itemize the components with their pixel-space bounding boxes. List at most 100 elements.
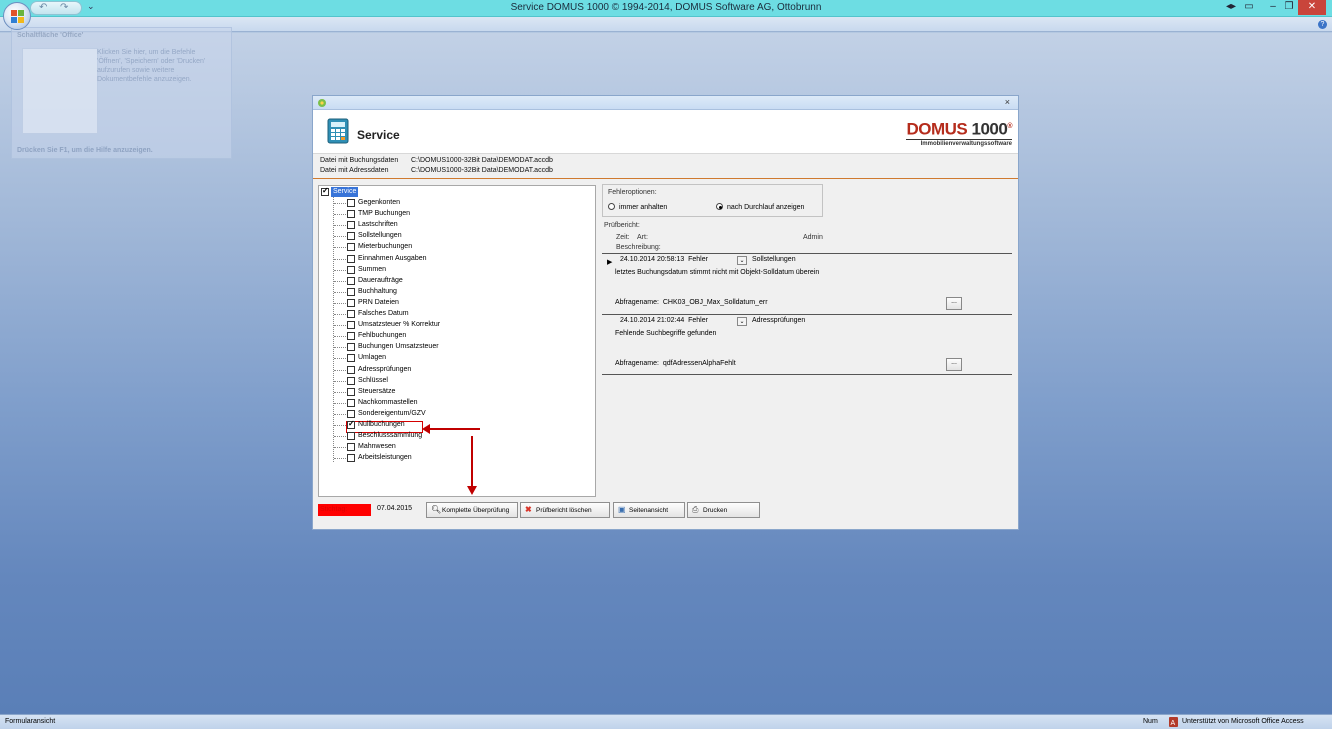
tree-item-checkbox[interactable] xyxy=(347,343,355,352)
tree-item-label: Umsatzsteuer % Korrektur xyxy=(358,321,441,329)
dialog-close-icon[interactable]: × xyxy=(1005,97,1010,107)
dialog-titlebar: × xyxy=(313,96,1018,110)
tree-item-checkbox[interactable] xyxy=(347,310,355,318)
report-record[interactable]: 24.10.2014 21:02:44 Fehler ⌄ Adressprüfu… xyxy=(602,314,1012,375)
tree-item-checkbox[interactable] xyxy=(347,398,355,407)
tree-item-checkbox[interactable] xyxy=(347,387,355,396)
open-query-button[interactable]: ... xyxy=(946,297,962,310)
tree-item-checkbox[interactable] xyxy=(347,221,355,230)
restore-icon[interactable]: ❐ xyxy=(1282,0,1296,15)
tree-item-label: Sondereigentum/GZV xyxy=(358,409,426,417)
tree-item-checkbox[interactable] xyxy=(347,376,355,385)
office-button-tooltip: Schaltfläche 'Office' Klicken Sie hier, … xyxy=(11,27,232,159)
status-bar: Formularansicht Num A Unterstützt von Mi… xyxy=(0,714,1332,729)
report-col-time: Zeit: xyxy=(616,234,630,241)
window-title: Service DOMUS 1000 © 1994-2014, DOMUS So… xyxy=(510,2,822,13)
status-numlock: Num xyxy=(1143,718,1158,725)
tree-item-checkbox[interactable] xyxy=(347,276,355,285)
access-logo-icon: A xyxy=(1169,717,1178,727)
calculator-icon xyxy=(327,118,349,144)
tree-connector-dash xyxy=(334,247,346,249)
window-mode-icon[interactable]: ▭ xyxy=(1242,0,1256,15)
tree-item-label: Buchhaltung xyxy=(358,287,397,295)
radio-show-after-run[interactable]: nach Durchlauf anzeigen xyxy=(716,203,804,211)
tree-item-label: Daueraufträge xyxy=(358,276,403,284)
brand-name: DOMUS xyxy=(906,119,968,139)
tree-item-checkbox[interactable] xyxy=(347,265,355,274)
tree-connector-dash xyxy=(334,369,346,371)
tree-root-label: Service xyxy=(331,187,359,197)
minimize-icon[interactable]: – xyxy=(1266,0,1280,15)
radio-always-stop-dot[interactable] xyxy=(608,203,615,210)
redo-icon[interactable]: ↷ xyxy=(60,2,68,13)
record-dropdown-icon[interactable]: ⌄ xyxy=(737,317,747,326)
delete-report-button[interactable]: ✖ Prüfbericht löschen xyxy=(520,502,610,518)
record-datetime: 24.10.2014 20:58:13 xyxy=(620,256,685,263)
error-options-legend: Fehleroptionen: xyxy=(608,189,657,196)
report-col-type: Art: xyxy=(637,234,648,241)
stichtag-date[interactable]: 07.04.2015 xyxy=(377,505,412,512)
report-label: Prüfbericht: xyxy=(604,222,640,229)
path-label-addresses: Datei mit Adressdaten xyxy=(320,167,389,174)
page-preview-label: Seitenansicht xyxy=(629,507,669,514)
report-record[interactable]: ▶ 24.10.2014 20:58:13 Fehler ⌄ Sollstell… xyxy=(602,253,1012,314)
tree-connector-dash xyxy=(334,436,346,438)
tree-connector-dash xyxy=(334,413,346,415)
radio-always-stop-label: immer anhalten xyxy=(619,204,668,211)
office-button[interactable] xyxy=(3,2,31,30)
tree-item-checkbox[interactable] xyxy=(347,354,355,363)
page-preview-button[interactable]: ▣ Seitenansicht xyxy=(613,502,685,518)
tree-connector-dash xyxy=(334,325,346,327)
tree-item-label: PRN Dateien xyxy=(358,298,399,306)
radio-always-stop[interactable]: immer anhalten xyxy=(608,203,667,211)
tree-item-label: Lastschriften xyxy=(358,221,398,229)
tree-item-checkbox[interactable] xyxy=(347,432,355,441)
tree-connector-dash xyxy=(334,225,346,227)
tree-item-checkbox[interactable] xyxy=(347,321,355,330)
annotation-arrow-down xyxy=(467,436,477,495)
tree-item-checkbox[interactable] xyxy=(347,365,355,374)
open-query-button[interactable]: ... xyxy=(946,358,962,371)
tree-connector-dash xyxy=(334,280,346,282)
tree-item-label: Falsches Datum xyxy=(358,310,409,317)
close-icon[interactable]: ✕ xyxy=(1298,0,1326,15)
tree-connector-dash xyxy=(334,458,346,460)
dialog-header: Service DOMUS 1000® Immobilienverwaltung… xyxy=(313,110,1018,154)
undo-icon[interactable]: ↶ xyxy=(39,2,47,13)
tree-connector-dash xyxy=(334,269,346,271)
tree-item-checkbox[interactable] xyxy=(347,443,355,452)
tree-item-checkbox[interactable] xyxy=(347,298,355,307)
record-message: letztes Buchungsdatum stimmt nicht mit O… xyxy=(615,269,820,276)
status-view-mode: Formularansicht xyxy=(5,718,56,725)
dialog-heading: Service xyxy=(357,128,400,142)
record-query-label: Abfragename: xyxy=(615,360,659,367)
tree-item-checkbox[interactable] xyxy=(347,254,355,263)
tree-item-checkbox[interactable] xyxy=(347,332,355,341)
tree-connector-dash xyxy=(334,314,346,315)
record-type: Fehler xyxy=(688,256,708,263)
complete-check-label: Komplette Überprüfung xyxy=(442,507,510,514)
complete-check-button[interactable]: 🔍︎Komplette Überprüfung xyxy=(426,502,518,518)
tree-root-checkbox[interactable] xyxy=(321,186,329,196)
brand-number: 1000 xyxy=(971,119,1008,139)
print-button[interactable]: ⎙ Drucken xyxy=(687,502,760,518)
service-check-tree[interactable]: Service Gegenkonten TMP Buchungen Lastschr… xyxy=(318,185,596,497)
tree-item-checkbox[interactable] xyxy=(347,419,355,429)
tree-connector-dash xyxy=(334,236,346,238)
customize-qat-icon[interactable]: ⌄ xyxy=(87,1,95,12)
record-dropdown-icon[interactable]: ⌄ xyxy=(737,256,747,265)
tree-item-checkbox[interactable] xyxy=(347,232,355,241)
tree-item-checkbox[interactable] xyxy=(347,287,355,296)
tree-item-checkbox[interactable] xyxy=(347,210,355,219)
tree-item-checkbox[interactable] xyxy=(347,454,355,463)
tree-item-checkbox[interactable] xyxy=(347,243,355,252)
tree-item-checkbox[interactable] xyxy=(347,199,355,207)
tree-item-label: Fehlbuchungen xyxy=(358,332,407,340)
tree-item-checkbox[interactable] xyxy=(347,409,355,418)
ribbon-collapse-icon[interactable]: ◂▸ xyxy=(1224,0,1238,15)
tooltip-preview-image xyxy=(22,48,98,134)
tree-item-label: Mieterbuchungen xyxy=(358,243,413,251)
radio-show-after-run-dot[interactable] xyxy=(716,203,723,210)
help-icon[interactable]: ? xyxy=(1318,20,1327,29)
domus-logo: DOMUS 1000® Immobilienverwaltungssoftwar… xyxy=(906,119,1012,147)
